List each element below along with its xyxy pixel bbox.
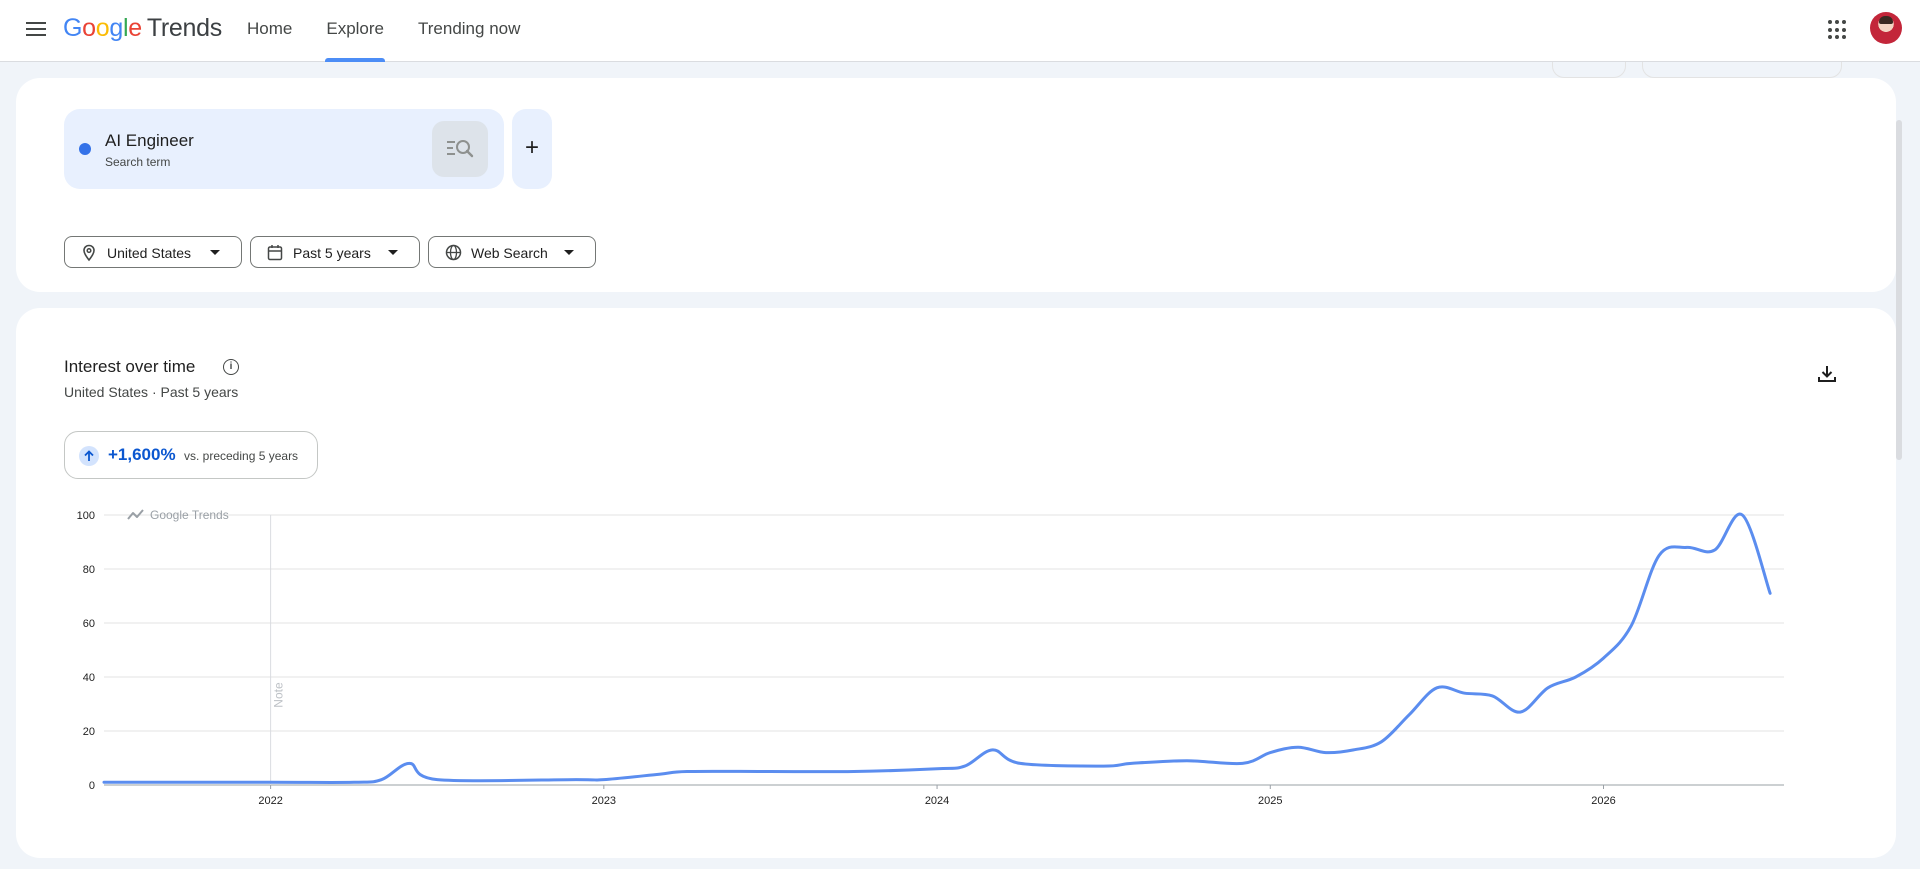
avatar[interactable] xyxy=(1870,12,1902,44)
hidden-control xyxy=(1642,62,1842,78)
search-type-filter-label: Web Search xyxy=(471,245,548,261)
x-tick-label: 2022 xyxy=(258,795,282,807)
chart-watermark: Google Trends xyxy=(150,508,229,522)
search-type-filter[interactable]: Web Search xyxy=(428,236,596,268)
y-tick-label: 0 xyxy=(89,780,95,792)
add-comparison-button[interactable]: + xyxy=(512,109,552,189)
search-term-type: Search term xyxy=(105,155,171,169)
location-pin-icon xyxy=(83,244,95,262)
time-range-filter-label: Past 5 years xyxy=(293,245,371,261)
chevron-down-icon xyxy=(564,250,574,255)
top-app-bar: Google Trends Home Explore Trending now xyxy=(0,0,1920,62)
google-trends-logo[interactable]: Google Trends xyxy=(63,14,222,43)
x-tick-label: 2025 xyxy=(1258,795,1282,807)
hamburger-menu-icon[interactable] xyxy=(22,18,50,40)
change-value: +1,600% xyxy=(108,445,176,464)
info-icon[interactable]: i xyxy=(223,359,239,375)
y-tick-label: 40 xyxy=(83,672,95,684)
search-refine-icon xyxy=(447,140,474,158)
logo-letter: o xyxy=(95,14,110,42)
logo-letter: g xyxy=(109,14,123,42)
x-tick-label: 2026 xyxy=(1591,795,1615,807)
y-tick-label: 100 xyxy=(77,510,95,522)
logo-letter: G xyxy=(63,14,83,42)
tab-trending-now[interactable]: Trending now xyxy=(401,0,537,62)
y-tick-label: 60 xyxy=(83,618,95,630)
location-filter[interactable]: United States xyxy=(64,236,242,268)
interest-line-chart: 0 20 40 60 80 100 2022 2023 2024 2025 2026 Note Goog… xyxy=(77,508,1784,807)
search-term-name: AI Engineer xyxy=(105,131,194,150)
logo-google-text: Google xyxy=(63,14,142,42)
x-tick-label: 2023 xyxy=(592,795,616,807)
main-nav: Home Explore Trending now xyxy=(230,0,537,62)
y-tick-label: 20 xyxy=(83,726,95,738)
arrow-up-icon xyxy=(79,446,99,466)
annotation-label: Note xyxy=(272,682,286,708)
apps-grid-icon[interactable] xyxy=(1828,20,1848,40)
series-line xyxy=(102,512,1772,784)
download-icon[interactable] xyxy=(1817,364,1837,384)
time-range-filter[interactable]: Past 5 years xyxy=(250,236,420,268)
location-filter-label: United States xyxy=(107,245,192,261)
interest-over-time-subtitle: United States · Past 5 years xyxy=(64,384,239,400)
calendar-icon xyxy=(267,245,283,261)
change-description: vs. preceding 5 years xyxy=(184,449,299,463)
y-tick-label: 80 xyxy=(83,564,95,576)
interest-over-time-title: Interest over time xyxy=(64,357,196,376)
globe-icon xyxy=(445,244,462,261)
tab-explore[interactable]: Explore xyxy=(309,0,401,62)
scrollbar-track[interactable] xyxy=(1900,62,1920,869)
logo-trends-text: Trends xyxy=(146,14,222,42)
hidden-control xyxy=(1552,62,1626,78)
series-color-dot xyxy=(79,143,91,155)
refine-search-button[interactable] xyxy=(432,121,488,177)
scrollbar-thumb[interactable] xyxy=(1896,120,1902,460)
tab-home[interactable]: Home xyxy=(230,0,309,62)
logo-letter: o xyxy=(82,14,96,42)
change-summary: +1,600% vs. preceding 5 years xyxy=(64,431,318,479)
logo-letter: e xyxy=(128,14,142,42)
x-tick-label: 2024 xyxy=(925,795,949,807)
chevron-down-icon xyxy=(388,250,398,255)
search-term-chip[interactable]: AI Engineer Search term xyxy=(64,109,504,189)
chevron-down-icon xyxy=(210,250,220,255)
